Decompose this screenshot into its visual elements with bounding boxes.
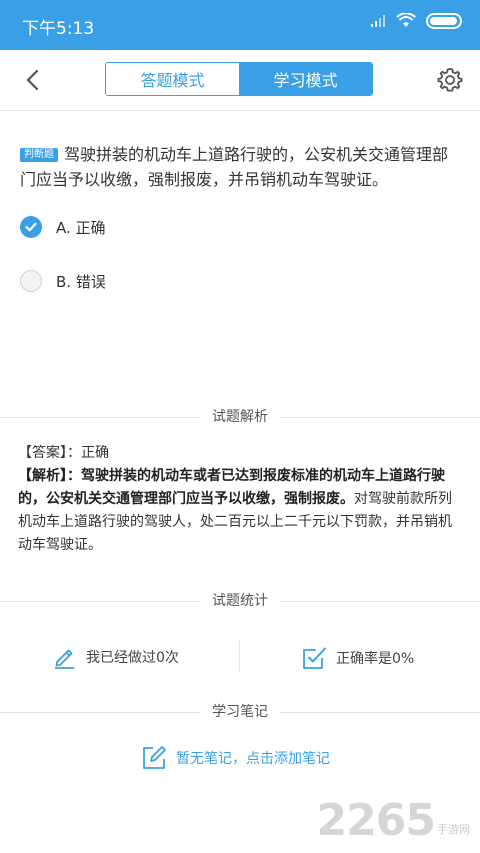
answer-prefix: 【答案】： <box>18 445 81 461</box>
done-count-text: 我已经做过0次 <box>86 650 179 666</box>
accuracy-text: 正确率是0% <box>336 651 415 667</box>
analysis-section-header: 试题解析 <box>0 407 480 427</box>
question: 判断题 驾驶拼装的机动车上道路行驶的，公安机关交通管理部门应当予以收缴，强制报废，… <box>20 142 460 192</box>
battery-icon <box>426 13 462 29</box>
pencil-icon <box>55 649 74 669</box>
stats-section-header: 试题统计 <box>0 591 480 611</box>
tab-answer-mode[interactable]: 答题模式 <box>106 63 239 95</box>
option-a-label: A. 正确 <box>56 218 106 237</box>
analysis-section-title: 试题解析 <box>200 409 280 425</box>
chevron-left-icon <box>26 69 39 91</box>
analysis-line: 【解析】：驾驶拼装的机动车或者已达到报废标准的机动车上道路行驶的，公安机关交通管… <box>18 465 462 557</box>
back-button[interactable] <box>18 66 46 94</box>
status-time: 下午5:13 <box>22 19 95 39</box>
wifi-icon <box>396 13 416 27</box>
gear-icon <box>437 68 463 92</box>
question-text: 驾驶拼装的机动车上道路行驶的，公安机关交通管理部门应当予以收缴，强制报废，并吊销… <box>20 145 449 189</box>
analysis-content: 【答案】：正确 【解析】：驾驶拼装的机动车或者已达到报废标准的机动车上道路行驶的… <box>18 442 462 557</box>
watermark-number: 2265 <box>316 795 436 846</box>
add-note-text: 暂无笔记，点击添加笔记 <box>176 751 330 767</box>
edit-note-icon <box>143 746 166 769</box>
add-note-button[interactable]: 暂无笔记，点击添加笔记 <box>140 744 330 772</box>
option-b-label: B. 错误 <box>56 272 106 291</box>
answer-value: 正确 <box>81 445 109 461</box>
radio-unchecked-icon <box>20 270 42 292</box>
nav-bar: 答题模式 学习模式 <box>0 50 480 111</box>
stats-row: 我已经做过0次 正确率是0% <box>0 640 480 674</box>
status-icons <box>370 13 462 29</box>
answer-line: 【答案】：正确 <box>18 442 462 465</box>
tab-study-mode[interactable]: 学习模式 <box>239 63 372 95</box>
site-watermark: 2265 手游网 <box>317 799 470 843</box>
watermark-site: 手游网 <box>437 823 470 836</box>
status-bar: 下午5:13 <box>0 0 480 50</box>
question-type-badge: 判断题 <box>20 148 58 162</box>
signal-icon <box>371 15 385 27</box>
analysis-prefix: 【解析】： <box>18 468 81 484</box>
notes-section-header: 学习笔记 <box>0 702 480 722</box>
stats-divider <box>239 640 240 672</box>
radio-checked-icon <box>20 216 42 238</box>
settings-button[interactable] <box>436 66 464 94</box>
mode-switch: 答题模式 学习模式 <box>105 62 373 96</box>
stat-accuracy: 正确率是0% <box>300 644 414 672</box>
notes-section-title: 学习笔记 <box>200 704 280 720</box>
option-a[interactable]: A. 正确 <box>20 216 106 238</box>
stats-section-title: 试题统计 <box>200 593 280 609</box>
checkbox-check-icon <box>303 647 326 669</box>
stat-done-count: 我已经做过0次 <box>52 644 179 670</box>
option-b[interactable]: B. 错误 <box>20 270 106 292</box>
